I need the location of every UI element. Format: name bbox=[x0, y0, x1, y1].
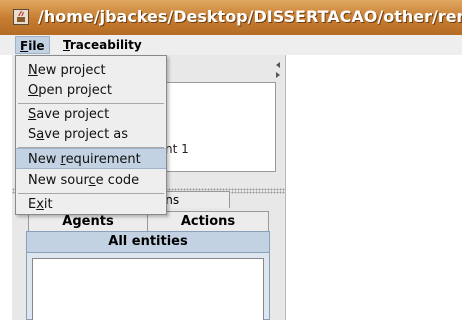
menu-item-label: Save project as bbox=[28, 127, 129, 142]
menu-item-open-project[interactable]: Open project bbox=[16, 80, 166, 101]
file-menu-dropdown: New project Open project Save project Sa… bbox=[15, 55, 167, 215]
entities-list[interactable] bbox=[32, 258, 264, 320]
tab-all-entities-label: All entities bbox=[108, 234, 188, 249]
window-titlebar[interactable]: /home/jbackes/Desktop/DISSERTACAO/other/… bbox=[0, 0, 462, 35]
menu-item-new-project[interactable]: New project bbox=[16, 60, 166, 81]
split-collapse-arrows[interactable] bbox=[274, 60, 284, 80]
menu-item-new-source-code[interactable]: New source code bbox=[16, 170, 166, 191]
menu-item-label: Save project bbox=[28, 107, 110, 122]
menu-item-save-project[interactable]: Save project bbox=[16, 104, 166, 125]
tab-all-entities[interactable]: All entities bbox=[26, 231, 270, 253]
menu-item-label: New requirement bbox=[28, 152, 141, 167]
menu-item-label: Exit bbox=[28, 197, 53, 212]
menu-file[interactable]: File bbox=[15, 36, 50, 54]
menubar: File Traceability bbox=[0, 35, 462, 55]
tree-item[interactable]: nt 1 bbox=[165, 142, 189, 156]
menu-traceability-label: Traceability bbox=[63, 38, 142, 52]
menu-item-save-project-as[interactable]: Save project as bbox=[16, 124, 166, 145]
window-title: /home/jbackes/Desktop/DISSERTACAO/other/… bbox=[38, 7, 462, 26]
menu-item-new-requirement[interactable]: New requirement bbox=[16, 148, 166, 169]
tab-agents-label: Agents bbox=[62, 214, 114, 229]
entities-panel bbox=[26, 253, 270, 320]
menu-item-label: Open project bbox=[28, 83, 112, 98]
tab-actions-label: Actions bbox=[180, 214, 236, 229]
menu-traceability[interactable]: Traceability bbox=[59, 36, 146, 54]
menu-file-label: File bbox=[20, 39, 45, 53]
menu-item-exit[interactable]: Exit bbox=[16, 194, 166, 215]
menu-item-label: New project bbox=[28, 63, 106, 78]
menu-item-label: New source code bbox=[28, 173, 140, 188]
java-app-icon[interactable] bbox=[13, 9, 29, 25]
